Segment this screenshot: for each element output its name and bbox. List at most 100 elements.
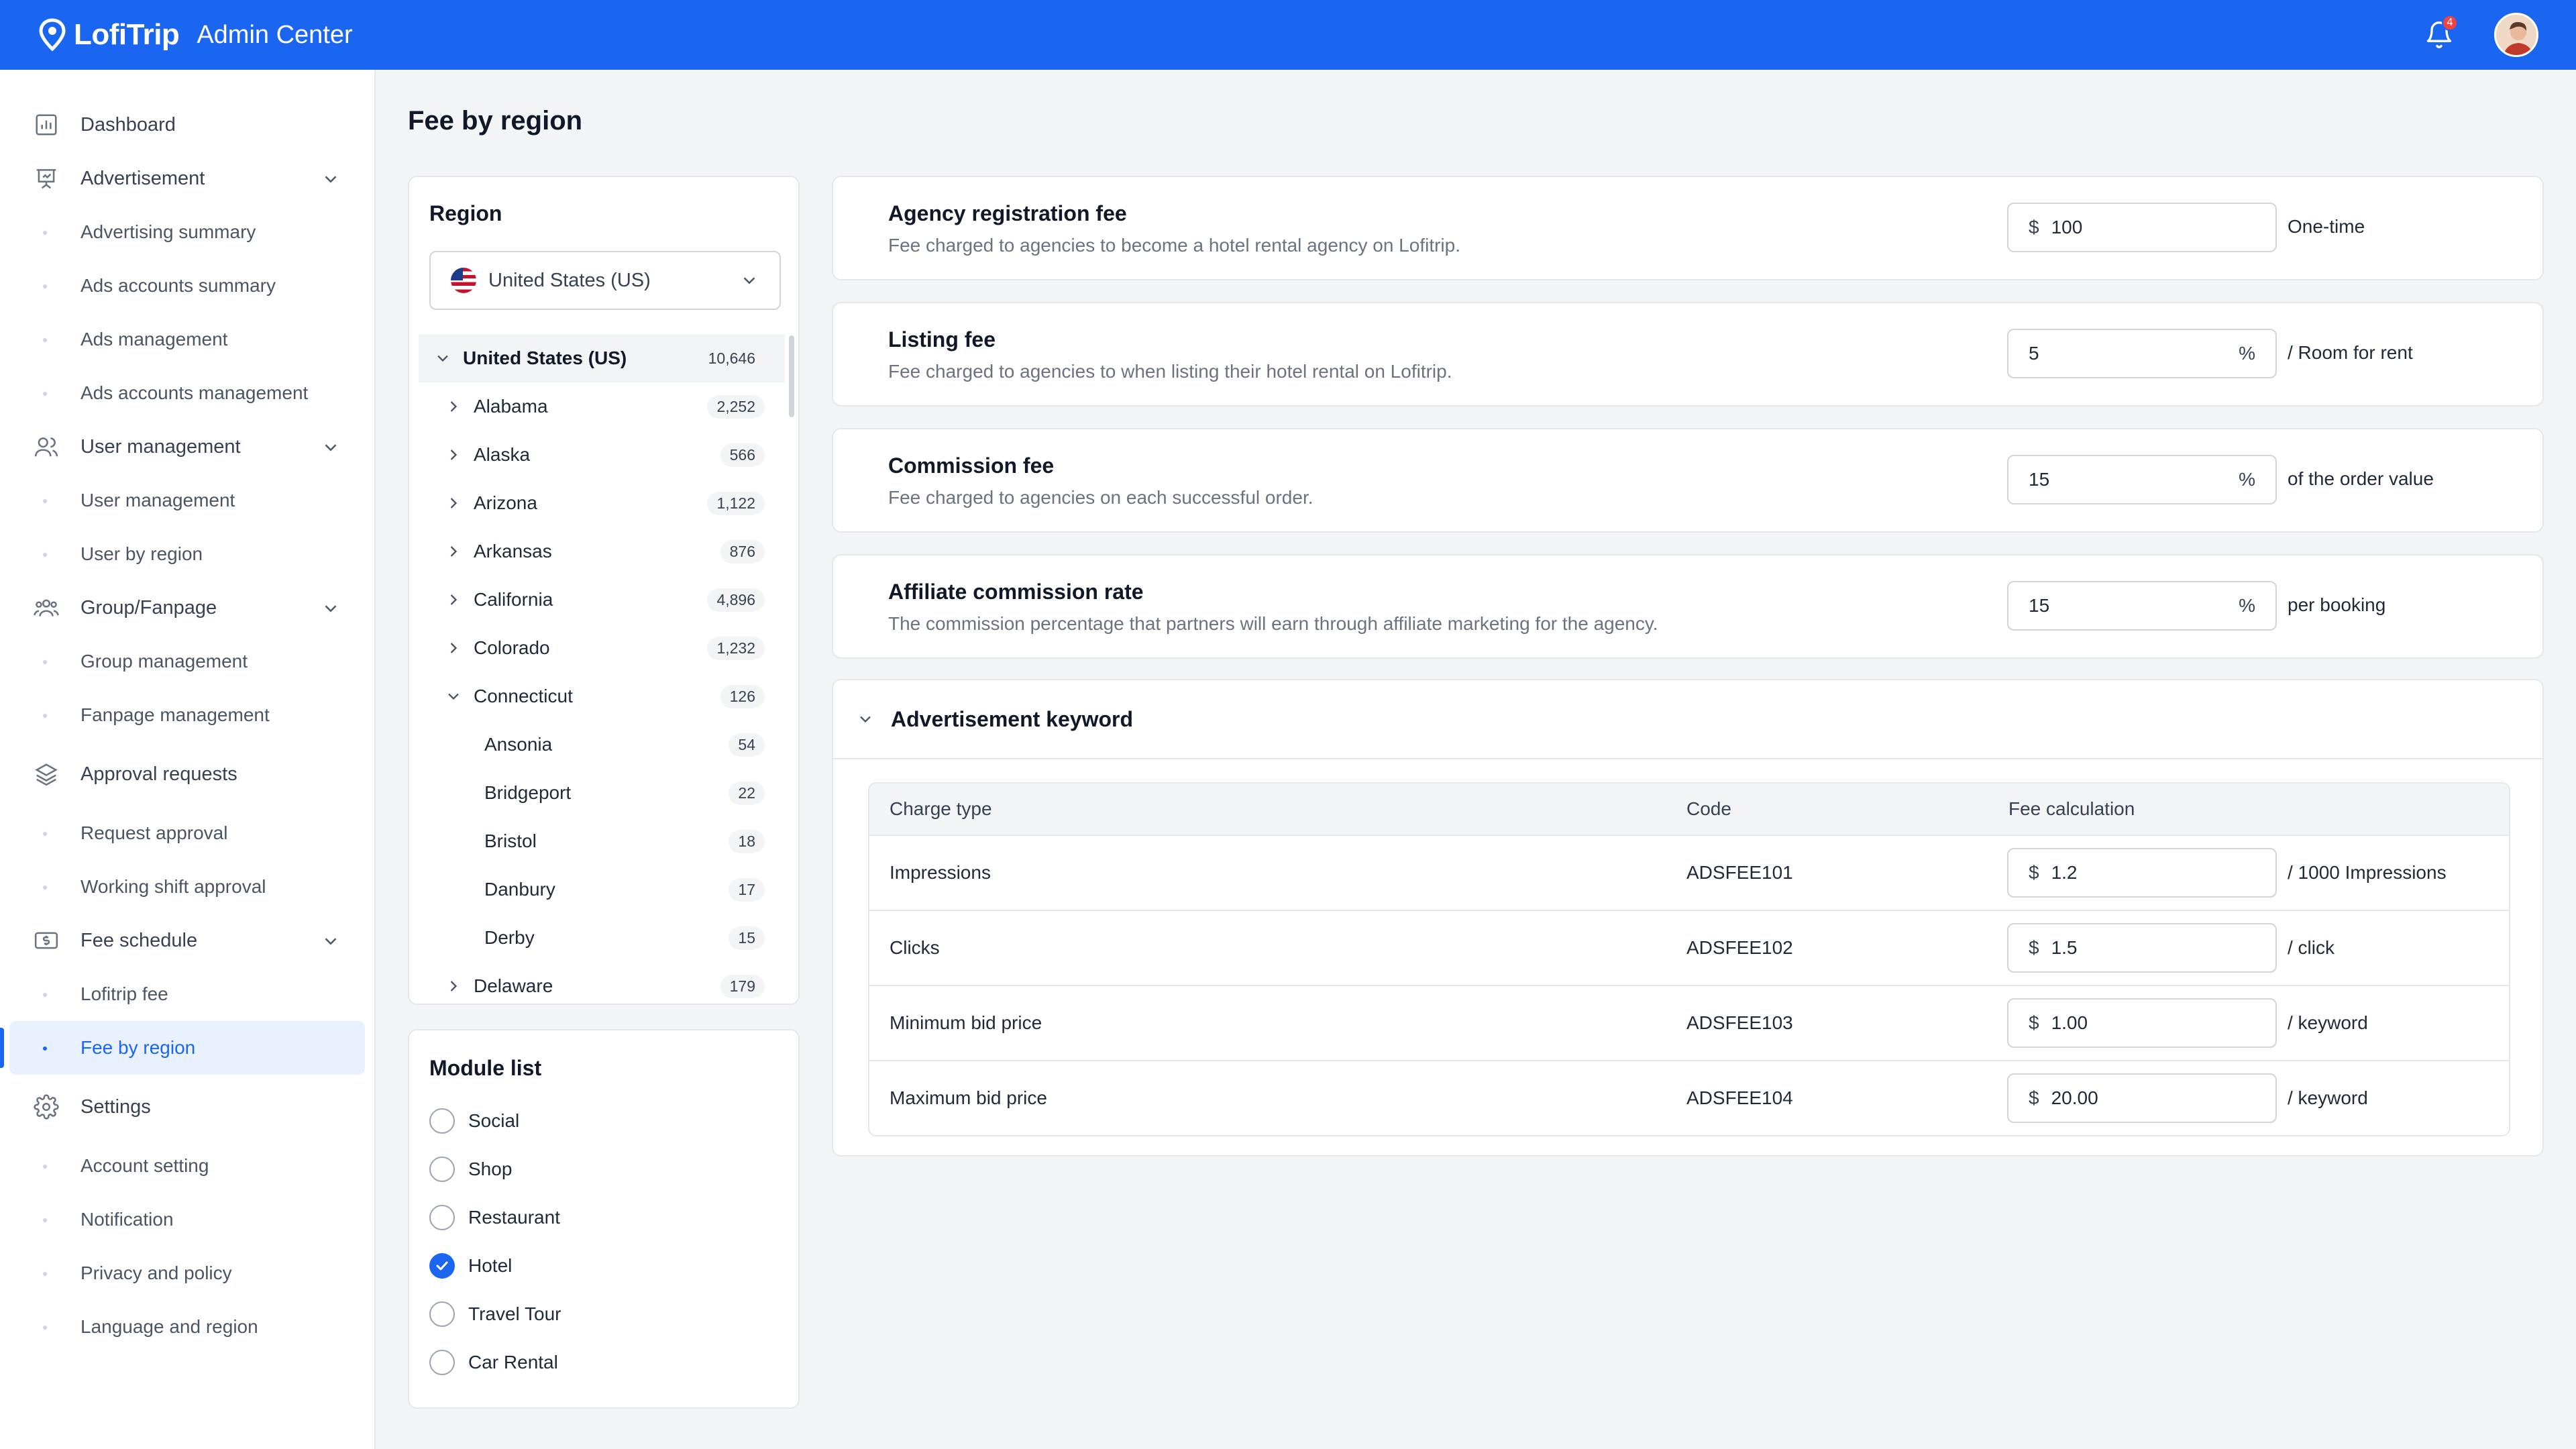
chevron-right-icon[interactable]	[444, 494, 463, 513]
minimum-bid-price-input[interactable]: $ 1.00	[2007, 998, 2277, 1048]
module-social[interactable]: Social	[429, 1108, 519, 1134]
charge-type: Minimum bid price	[890, 1012, 1042, 1033]
tree-row-colorado[interactable]: Colorado 1,232	[419, 624, 785, 672]
listing-fee-input[interactable]: 5 %	[2007, 329, 2277, 378]
module-card: Module list Social Shop Restaurant Hotel…	[408, 1029, 800, 1409]
tree-row-derby[interactable]: Derby 15	[419, 914, 785, 962]
region-select[interactable]: United States (US)	[429, 251, 781, 310]
commission-fee-input[interactable]: 15 %	[2007, 455, 2277, 504]
sidebar-item-working-shift-approval[interactable]: Working shift approval	[0, 860, 374, 914]
sidebar: Dashboard Advertisement Advertising summ…	[0, 70, 376, 1449]
sidebar-item-ads-accounts-management[interactable]: Ads accounts management	[0, 366, 374, 420]
fee-description: The commission percentage that partners …	[888, 613, 1658, 634]
chevron-right-icon[interactable]	[444, 397, 463, 416]
sidebar-item-language-and-region[interactable]: Language and region	[0, 1300, 374, 1354]
tree-row-delaware[interactable]: Delaware 179	[419, 962, 785, 1004]
module-shop[interactable]: Shop	[429, 1157, 512, 1182]
sidebar-item-advertising-summary[interactable]: Advertising summary	[0, 205, 374, 259]
tree-row-bristol[interactable]: Bristol 18	[419, 817, 785, 865]
maximum-bid-price-input[interactable]: $ 20.00	[2007, 1073, 2277, 1123]
sidebar-item-ads-management[interactable]: Ads management	[0, 313, 374, 366]
module-travel-tour[interactable]: Travel Tour	[429, 1301, 561, 1327]
fee-title: Agency registration fee	[888, 201, 1127, 225]
us-flag-icon	[451, 268, 476, 293]
sidebar-item-privacy-and-policy[interactable]: Privacy and policy	[0, 1246, 374, 1300]
fee-value: 20.00	[2051, 1087, 2098, 1108]
chevron-down-icon[interactable]	[433, 349, 452, 368]
chevron-right-icon[interactable]	[444, 590, 463, 609]
module-restaurant[interactable]: Restaurant	[429, 1205, 560, 1230]
avatar[interactable]	[2494, 13, 2538, 57]
tree-row-connecticut[interactable]: Connecticut 126	[419, 672, 785, 720]
tree-row-arizona[interactable]: Arizona 1,122	[419, 479, 785, 527]
radio-button[interactable]	[429, 1157, 455, 1182]
chevron-right-icon[interactable]	[444, 639, 463, 657]
radio-button[interactable]	[429, 1108, 455, 1134]
fee-value: 100	[2051, 217, 2083, 237]
sidebar-group-approval-requests[interactable]: Approval requests	[0, 742, 374, 806]
region-count: 4,896	[707, 588, 765, 612]
currency-prefix: $	[2029, 1012, 2039, 1033]
sidebar-item-lofitrip-fee[interactable]: Lofitrip fee	[0, 967, 374, 1021]
notification-button[interactable]: 4	[2424, 15, 2458, 50]
sidebar-group-fee-schedule[interactable]: Fee schedule	[0, 914, 374, 967]
fee-unit: / click	[2288, 937, 2334, 958]
chevron-down-icon[interactable]	[856, 710, 875, 729]
sidebar-item-user-management[interactable]: User management	[0, 474, 374, 527]
tree-row-alabama[interactable]: Alabama 2,252	[419, 382, 785, 431]
sidebar-item-notification[interactable]: Notification	[0, 1193, 374, 1246]
module-hotel[interactable]: Hotel	[429, 1253, 512, 1279]
radio-button[interactable]	[429, 1301, 455, 1327]
money-icon	[34, 932, 58, 949]
tree-row-arkansas[interactable]: Arkansas 876	[419, 527, 785, 576]
chevron-down-icon[interactable]	[321, 437, 341, 458]
chevron-right-icon[interactable]	[444, 977, 463, 996]
chevron-down-icon[interactable]	[444, 687, 463, 706]
tree-row-bridgeport[interactable]: Bridgeport 22	[419, 769, 785, 817]
charge-type: Clicks	[890, 937, 940, 958]
chevron-down-icon[interactable]	[321, 598, 341, 619]
tree-row-alaska[interactable]: Alaska 566	[419, 431, 785, 479]
tree-row-united-states[interactable]: United States (US) 10,646	[419, 334, 785, 382]
table-row: Maximum bid price ADSFEE104 $ 20.00 / ke…	[869, 1060, 2509, 1135]
clicks-fee-input[interactable]: $ 1.5	[2007, 923, 2277, 973]
sidebar-item-ads-accounts-summary[interactable]: Ads accounts summary	[0, 259, 374, 313]
sidebar-item-group-management[interactable]: Group management	[0, 635, 374, 688]
sidebar-item-dashboard[interactable]: Dashboard	[0, 98, 374, 152]
sidebar-group-group-fanpage[interactable]: Group/Fanpage	[0, 581, 374, 635]
module-car-rental[interactable]: Car Rental	[429, 1350, 558, 1375]
table-row: Minimum bid price ADSFEE103 $ 1.00 / key…	[869, 985, 2509, 1060]
fee-unit: / keyword	[2288, 1087, 2368, 1108]
advertisement-keyword-header[interactable]: Advertisement keyword	[833, 680, 2542, 759]
sidebar-group-advertisement[interactable]: Advertisement	[0, 152, 374, 205]
chevron-down-icon[interactable]	[321, 931, 341, 951]
chevron-right-icon[interactable]	[444, 542, 463, 561]
impressions-fee-input[interactable]: $ 1.2	[2007, 848, 2277, 898]
radio-button[interactable]	[429, 1350, 455, 1375]
sidebar-item-fee-by-region[interactable]: Fee by region	[0, 1021, 365, 1075]
fee-value: 1.2	[2051, 862, 2078, 883]
chart-bar-icon	[36, 114, 57, 136]
scrollbar[interactable]	[789, 335, 794, 417]
radio-button-checked[interactable]	[429, 1253, 455, 1279]
fee-card-commission: Commission fee Fee charged to agencies o…	[832, 428, 2544, 533]
sidebar-item-fanpage-management[interactable]: Fanpage management	[0, 688, 374, 742]
gear-icon	[34, 1094, 59, 1120]
radio-button[interactable]	[429, 1205, 455, 1230]
chevron-right-icon[interactable]	[444, 445, 463, 464]
affiliate-commission-input[interactable]: 15 %	[2007, 581, 2277, 631]
agency-registration-fee-input[interactable]: $ 100	[2007, 203, 2277, 252]
region-count: 17	[729, 877, 765, 902]
sidebar-item-request-approval[interactable]: Request approval	[0, 806, 374, 860]
tree-row-ansonia[interactable]: Ansonia 54	[419, 720, 785, 769]
logo[interactable]: LofiTrip	[38, 18, 180, 52]
sidebar-group-settings[interactable]: Settings	[0, 1075, 374, 1139]
region-tree: United States (US) 10,646 Alabama 2,252 …	[419, 334, 785, 1004]
tree-row-california[interactable]: California 4,896	[419, 576, 785, 624]
sidebar-item-account-setting[interactable]: Account setting	[0, 1139, 374, 1193]
table-row: Clicks ADSFEE102 $ 1.5 / click	[869, 910, 2509, 985]
sidebar-group-user-management[interactable]: User management	[0, 420, 374, 474]
chevron-down-icon[interactable]	[321, 169, 341, 189]
sidebar-item-user-by-region[interactable]: User by region	[0, 527, 374, 581]
tree-row-danbury[interactable]: Danbury 17	[419, 865, 785, 914]
